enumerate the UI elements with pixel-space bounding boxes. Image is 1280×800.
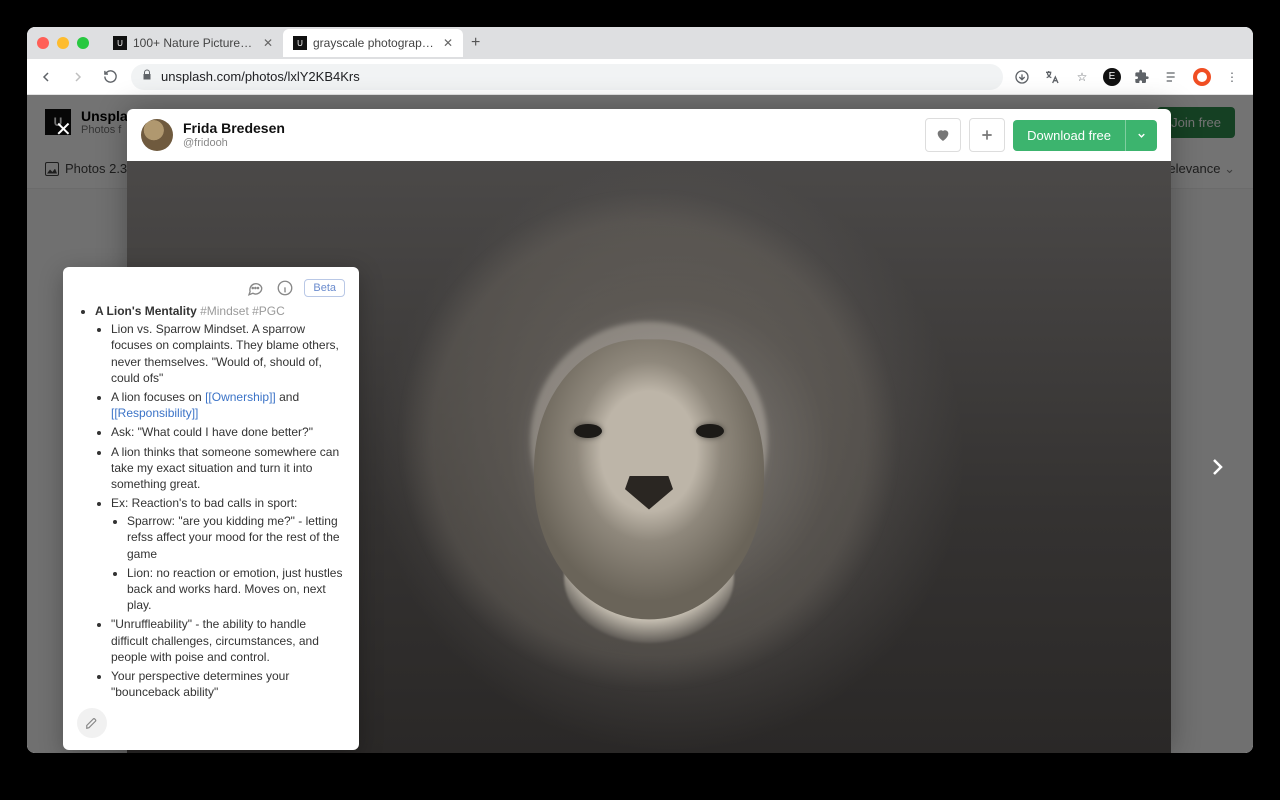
overlay-actions: Download free [925, 118, 1157, 152]
note-tags: #Mindset #PGC [200, 304, 285, 318]
note-link-ownership[interactable]: [[Ownership]] [205, 390, 276, 404]
bookmark-star-icon[interactable]: ☆ [1073, 68, 1091, 86]
kebab-menu-icon[interactable]: ⋮ [1223, 68, 1241, 86]
profile-avatar-icon[interactable] [1193, 68, 1211, 86]
note-bullet: Your perspective determines your "bounce… [111, 668, 345, 700]
notes-toolbar: Beta [77, 277, 345, 299]
edit-note-button[interactable] [77, 708, 107, 738]
author-handle: @fridooh [183, 137, 285, 149]
author-info[interactable]: Frida Bredesen @fridooh [183, 121, 285, 148]
window-controls [37, 37, 89, 49]
note-title: A Lion's Mentality [95, 304, 197, 318]
note-sub-bullet: Lion: no reaction or emotion, just hustl… [127, 565, 345, 614]
favicon-icon: U [293, 36, 307, 50]
url-input[interactable]: unsplash.com/photos/lxlY2KB4Krs [131, 64, 1003, 90]
reload-button[interactable] [99, 66, 121, 88]
reading-list-icon[interactable] [1163, 68, 1181, 86]
comment-icon[interactable] [244, 277, 266, 299]
note-root: A Lion's Mentality #Mindset #PGC Lion vs… [95, 303, 345, 700]
extensions-puzzle-icon[interactable] [1133, 68, 1151, 86]
favicon-icon: U [113, 36, 127, 50]
download-label: Download free [1013, 120, 1125, 151]
note-bullet: A lion focuses on [[Ownership]] and [[Re… [111, 389, 345, 421]
overlay-header: Frida Bredesen @fridooh Download free [127, 109, 1171, 161]
note-bullet: Lion vs. Sparrow Mindset. A sparrow focu… [111, 321, 345, 386]
note-bullet: A lion thinks that someone somewhere can… [111, 444, 345, 493]
forward-button[interactable] [67, 66, 89, 88]
note-bullet: Ask: "What could I have done better?" [111, 424, 345, 440]
download-button[interactable]: Download free [1013, 120, 1157, 151]
maximize-window-icon[interactable] [77, 37, 89, 49]
address-bar: unsplash.com/photos/lxlY2KB4Krs ☆ E ⋮ [27, 59, 1253, 95]
notes-popup: Beta A Lion's Mentality #Mindset #PGC Li… [63, 267, 359, 750]
download-options-chevron[interactable] [1125, 120, 1157, 151]
install-icon[interactable] [1013, 68, 1031, 86]
browser-window: U 100+ Nature Pictures | Downl ✕ U grays… [27, 27, 1253, 753]
close-window-icon[interactable] [37, 37, 49, 49]
tab-bar: U 100+ Nature Pictures | Downl ✕ U grays… [27, 27, 1253, 59]
minimize-window-icon[interactable] [57, 37, 69, 49]
toolbar-right: ☆ E ⋮ [1013, 68, 1245, 86]
close-tab-icon[interactable]: ✕ [263, 36, 273, 50]
note-bullet: "Unruffleability" - the ability to handl… [111, 616, 345, 665]
add-to-collection-button[interactable] [969, 118, 1005, 152]
note-sub-bullet: Sparrow: "are you kidding me?" - letting… [127, 513, 345, 562]
like-button[interactable] [925, 118, 961, 152]
lock-icon [141, 69, 153, 84]
new-tab-button[interactable]: + [463, 34, 488, 52]
tab-grayscale-lion[interactable]: U grayscale photography of lion ✕ [283, 29, 463, 57]
author-name: Frida Bredesen [183, 121, 285, 136]
author-avatar[interactable] [141, 119, 173, 151]
page-content: U Unsplas Photos f Join free Photos 2.3k… [27, 95, 1253, 753]
note-bullet: Ex: Reaction's to bad calls in sport: Sp… [111, 495, 345, 613]
info-icon[interactable] [274, 277, 296, 299]
tab-nature-pictures[interactable]: U 100+ Nature Pictures | Downl ✕ [103, 29, 283, 57]
close-overlay-button[interactable]: ✕ [55, 117, 72, 142]
tab-title: 100+ Nature Pictures | Downl [133, 36, 257, 50]
note-link-responsibility[interactable]: [[Responsibility]] [111, 406, 198, 420]
url-text: unsplash.com/photos/lxlY2KB4Krs [161, 69, 360, 84]
next-photo-button[interactable] [1205, 455, 1229, 486]
close-tab-icon[interactable]: ✕ [443, 36, 453, 50]
tab-title: grayscale photography of lion [313, 36, 437, 50]
extension-icon[interactable]: E [1103, 68, 1121, 86]
back-button[interactable] [35, 66, 57, 88]
beta-badge: Beta [304, 279, 345, 297]
notes-list: A Lion's Mentality #Mindset #PGC Lion vs… [77, 303, 345, 700]
translate-icon[interactable] [1043, 68, 1061, 86]
